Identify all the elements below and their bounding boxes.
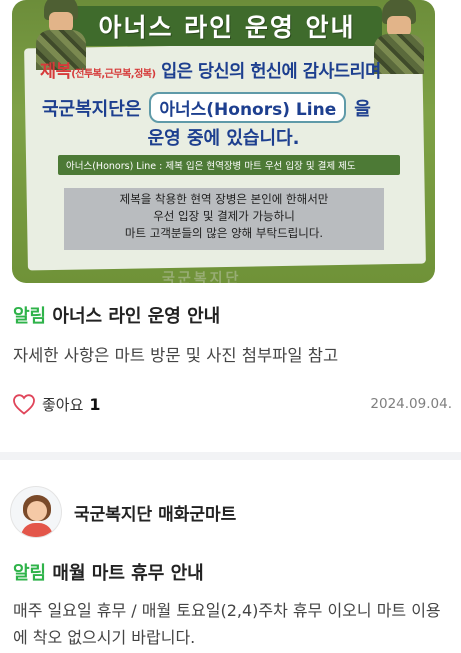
soldier-illustration-left bbox=[30, 0, 92, 70]
post-author[interactable]: 국군복지단 매화군마트 bbox=[10, 486, 236, 538]
author-name[interactable]: 국군복지단 매화군마트 bbox=[74, 500, 236, 525]
notice-tag: 알림 bbox=[13, 563, 47, 584]
post-title[interactable]: 알림 매월 마트 휴무 안내 bbox=[13, 559, 204, 585]
honors-line-pill: 아너스(Honors) Line bbox=[149, 92, 347, 123]
section-divider bbox=[0, 452, 461, 460]
heart-icon bbox=[13, 394, 35, 415]
notice-tag: 알림 bbox=[13, 306, 47, 327]
like-label: 좋아요 bbox=[42, 395, 84, 414]
poster-bottom-mark: 국군복지단 bbox=[162, 271, 242, 283]
avatar[interactable] bbox=[10, 486, 62, 538]
poster-definition-bar: 아너스(Honors) Line : 제복 입은 현역장병 마트 우선 입장 및… bbox=[58, 155, 400, 175]
like-button[interactable]: 좋아요 1 bbox=[12, 393, 101, 415]
poster-banner: 아너스 라인 운영 안내 bbox=[72, 6, 382, 46]
like-count: 1 bbox=[89, 394, 101, 414]
post-description[interactable]: 자세한 사항은 마트 방문 및 사진 첨부파일 참고 bbox=[13, 342, 338, 366]
poster-line-2: 국군복지단은 아너스(Honors) Line 을 bbox=[42, 92, 422, 123]
post-description[interactable]: 매주 일요일 휴무 / 매월 토요일(2,4)주차 휴무 이오니 마트 이용에 … bbox=[13, 597, 453, 651]
poster-notice-box: 제복을 착용한 현역 장병은 본인에 한해서만 우선 입장 및 결제가 가능하니… bbox=[64, 188, 384, 250]
post-date: 2024.09.04. bbox=[370, 396, 452, 412]
post-image[interactable]: 아너스 라인 운영 안내 제복(전투복,근무복,정복) 입은 당신의 헌신에 감… bbox=[12, 0, 435, 283]
poster-line-3: 운영 중에 있습니다. bbox=[147, 128, 300, 149]
poster-line-1: 제복(전투복,근무복,정복) 입은 당신의 헌신에 감사드리며 bbox=[40, 62, 381, 82]
post-title[interactable]: 알림 아너스 라인 운영 안내 bbox=[13, 302, 220, 328]
